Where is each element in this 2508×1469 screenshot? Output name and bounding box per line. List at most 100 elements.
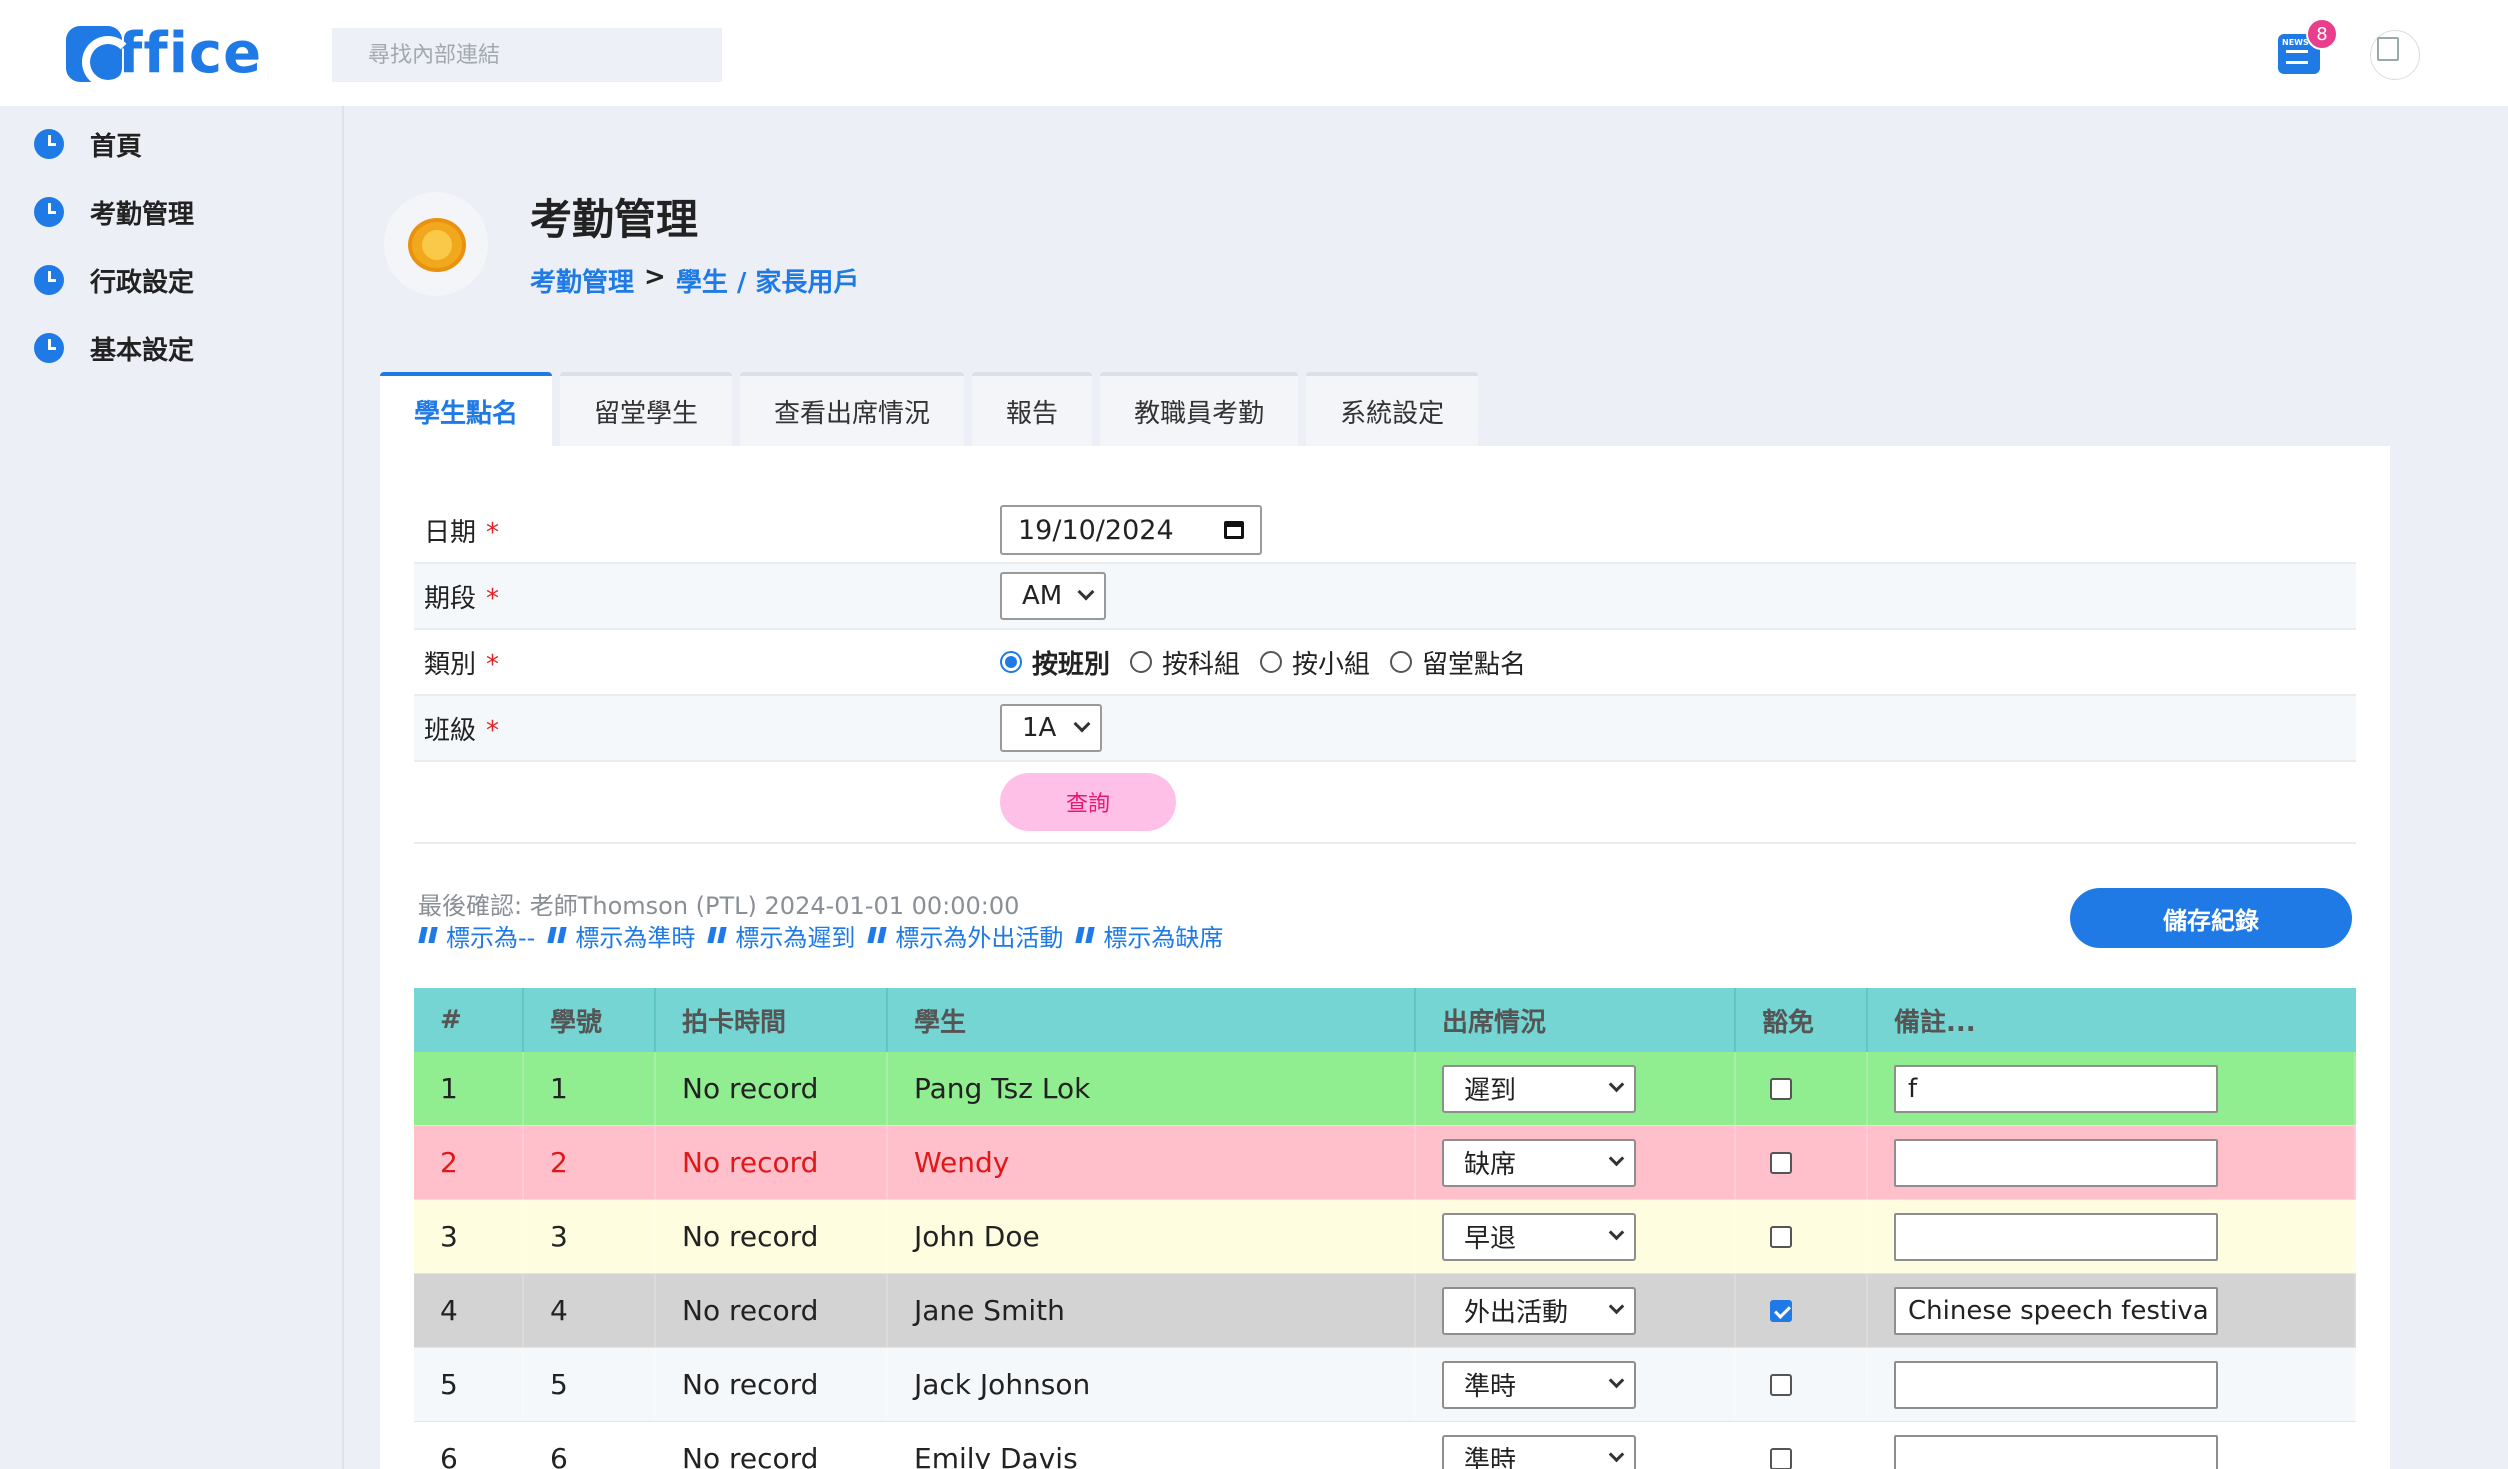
chevron-down-icon (1608, 1150, 1625, 1166)
cell-attendance: 缺席 (1416, 1126, 1736, 1199)
cell-index: 4 (414, 1274, 524, 1347)
attendance-select[interactable]: 外出活動 (1442, 1286, 1636, 1335)
form-row-category: 類別 * 按班別 按科組 按小組 留堂點名 (414, 630, 2356, 696)
logo-text: ffice (118, 21, 263, 86)
tab-detention-students[interactable]: 留堂學生 (560, 372, 733, 446)
mark-as-ontime-link[interactable]: 標示為準時 (547, 918, 695, 953)
remark-input[interactable]: f (1894, 1064, 2218, 1113)
sidebar-item-admin-settings[interactable]: 行政設定 (34, 260, 194, 300)
cell-exempt (1736, 1200, 1868, 1273)
attendance-select[interactable]: 早退 (1442, 1212, 1636, 1261)
sidebar-item-label: 考勤管理 (90, 199, 195, 230)
attendance-select[interactable]: 準時 (1442, 1360, 1636, 1409)
tab-student-rollcall[interactable]: 學生點名 (380, 372, 553, 446)
cell-student-no: 5 (524, 1348, 656, 1421)
sidebar-item-basic-settings[interactable]: 基本設定 (34, 328, 194, 368)
attendance-select[interactable]: 缺席 (1442, 1138, 1636, 1187)
cell-attendance: 準時 (1416, 1348, 1736, 1421)
form-row-session: 期段 * AM (414, 564, 2356, 630)
breadcrumb-link-attendance[interactable]: 考勤管理 (530, 262, 634, 299)
radio-checked-icon[interactable] (1000, 651, 1022, 673)
cell-card-time: No record (656, 1348, 888, 1421)
rollcall-panel: 日期 * 19/10/2024 期段 * AM 類別 * 按班別 按科組 按小組… (380, 446, 2390, 1469)
cell-index: 1 (414, 1052, 524, 1125)
cell-exempt (1736, 1052, 1868, 1125)
class-select[interactable]: 1A (1000, 704, 1102, 752)
cell-student-name: John Doe (888, 1200, 1416, 1273)
radio-icon[interactable] (1260, 651, 1283, 673)
mark-as-absent-link[interactable]: 標示為缺席 (1075, 918, 1223, 953)
cell-student-no: 1 (524, 1052, 656, 1125)
save-record-button[interactable]: 儲存紀錄 (2070, 888, 2352, 948)
search-input[interactable] (332, 28, 722, 82)
clock-icon (34, 197, 64, 227)
exempt-checkbox-checked[interactable] (1770, 1299, 1792, 1322)
radio-by-class[interactable]: 按班別 (1000, 644, 1110, 681)
date-input[interactable]: 19/10/2024 (1000, 505, 1262, 555)
clock-icon (34, 265, 64, 295)
sidebar-item-attendance[interactable]: 考勤管理 (34, 192, 194, 232)
session-select[interactable]: AM (1000, 572, 1106, 620)
radio-detention[interactable]: 留堂點名 (1390, 644, 1526, 681)
breadcrumb-link-student-parent[interactable]: 學生 / 家長用戶 (676, 262, 860, 299)
tab-bar: 學生點名 留堂學生 查看出席情況 報告 教職員考勤 系統設定 (380, 372, 1479, 446)
radio-icon[interactable] (1130, 651, 1153, 673)
form-row-date: 日期 * 19/10/2024 (414, 498, 2356, 564)
tab-system-settings[interactable]: 系統設定 (1306, 372, 1479, 446)
cell-student-no: 3 (524, 1200, 656, 1273)
cell-index: 2 (414, 1126, 524, 1199)
radio-by-group[interactable]: 按小組 (1260, 644, 1370, 681)
exempt-checkbox[interactable] (1770, 1225, 1792, 1248)
query-button[interactable]: 查詢 (1000, 773, 1176, 831)
remark-input[interactable] (1894, 1138, 2218, 1187)
attendance-table: # 學號 拍卡時間 學生 出席情況 豁免 備註... 1 1 No record… (414, 988, 2356, 1469)
class-value: 1A (1022, 713, 1057, 743)
remark-input[interactable] (1894, 1434, 2218, 1469)
exempt-checkbox[interactable] (1770, 1077, 1792, 1100)
cell-card-time: No record (656, 1126, 888, 1199)
cell-index: 5 (414, 1348, 524, 1421)
th-index: # (414, 988, 524, 1052)
sidebar-item-label: 行政設定 (90, 267, 195, 298)
table-row: 1 1 No record Pang Tsz Lok 遲到 f (414, 1052, 2356, 1126)
remark-input[interactable] (1894, 1360, 2218, 1409)
tab-staff-attendance[interactable]: 教職員考勤 (1100, 372, 1299, 446)
mark-links: 標示為-- 標示為準時 標示為遲到 標示為外出活動 標示為缺席 (418, 918, 1223, 953)
category-radio-group: 按班別 按科組 按小組 留堂點名 (1000, 644, 1546, 681)
sidebar-item-home[interactable]: 首頁 (34, 124, 142, 164)
form-row-query: 查詢 (414, 762, 2356, 844)
office-logo[interactable]: ffice (66, 21, 263, 88)
tab-report[interactable]: 報告 (972, 372, 1093, 446)
attendance-select[interactable]: 準時 (1442, 1434, 1636, 1469)
cell-card-time: No record (656, 1200, 888, 1273)
sidebar-item-label: 基本設定 (90, 335, 195, 366)
news-lines (2286, 50, 2308, 64)
mark-as-outing-link[interactable]: 標示為外出活動 (867, 918, 1063, 953)
cell-attendance: 外出活動 (1416, 1274, 1736, 1347)
radio-icon[interactable] (1390, 651, 1413, 673)
mark-as-none-link[interactable]: 標示為-- (418, 918, 535, 953)
avatar[interactable] (2370, 30, 2420, 80)
radio-by-subject[interactable]: 按科組 (1130, 644, 1240, 681)
calendar-icon[interactable] (1224, 521, 1244, 539)
breadcrumb: 考勤管理 > 學生 / 家長用戶 (530, 262, 859, 299)
breadcrumb-separator: > (644, 262, 666, 292)
cell-student-name: Jane Smith (888, 1274, 1416, 1347)
sidebar: 首頁 考勤管理 行政設定 基本設定 (0, 106, 344, 1469)
remark-input[interactable]: Chinese speech festiva (1894, 1286, 2218, 1335)
th-student: 學生 (888, 988, 1416, 1052)
exempt-checkbox[interactable] (1770, 1151, 1792, 1174)
session-value: AM (1022, 581, 1063, 611)
mark-as-late-link[interactable]: 標示為遲到 (707, 918, 855, 953)
remark-input[interactable] (1894, 1212, 2218, 1261)
cell-exempt (1736, 1422, 1868, 1469)
th-attendance: 出席情況 (1416, 988, 1736, 1052)
cell-index: 6 (414, 1422, 524, 1469)
exempt-checkbox[interactable] (1770, 1447, 1792, 1469)
exempt-checkbox[interactable] (1770, 1373, 1792, 1396)
chevron-down-icon (1608, 1224, 1625, 1240)
attendance-select[interactable]: 遲到 (1442, 1064, 1636, 1113)
tab-view-attendance[interactable]: 查看出席情況 (740, 372, 965, 446)
cell-attendance: 早退 (1416, 1200, 1736, 1273)
mark-icon (1075, 925, 1097, 947)
